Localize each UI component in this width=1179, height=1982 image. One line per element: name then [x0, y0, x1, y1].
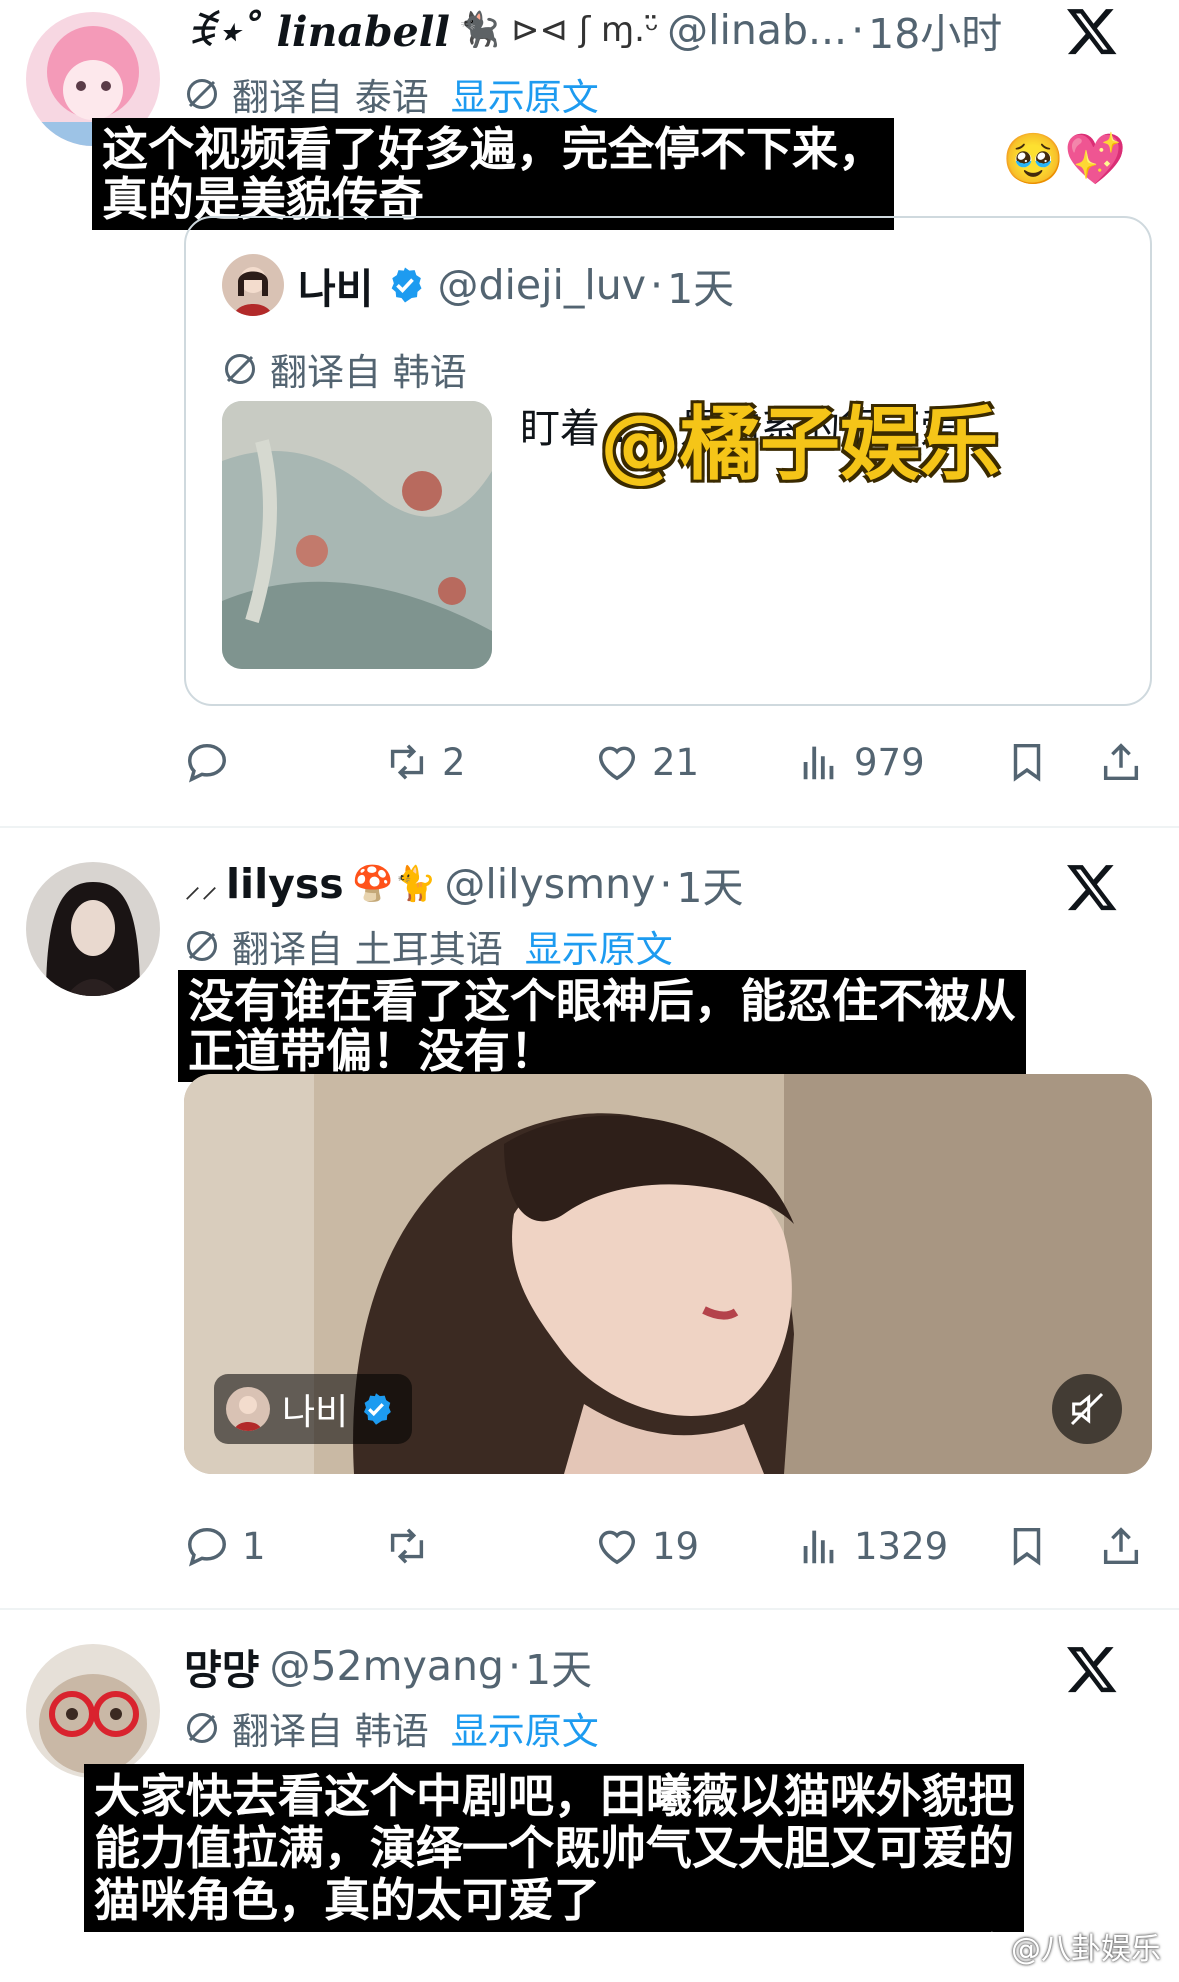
bookmark-button[interactable] [1004, 732, 1050, 792]
verified-badge-icon [385, 265, 425, 305]
caption-emoji: 🥹💖 [1002, 130, 1127, 188]
like-icon [594, 1523, 640, 1569]
tweet-header: ꉂ⋆˚ linabell 🐈‍⬛ ⊳⊲ ʃ ɱ.ᵕ̈ @linab... · 1… [184, 0, 1002, 60]
retweet-icon [384, 1523, 430, 1569]
like-count: 19 [652, 1524, 700, 1568]
tweet-linabell[interactable]: ꉂ⋆˚ linabell 🐈‍⬛ ⊳⊲ ʃ ɱ.ᵕ̈ @linab... · 1… [0, 0, 1179, 820]
display-name[interactable]: ꉂ⋆˚ linabell [184, 3, 450, 57]
translated-caption: 大家快去看这个中剧吧，田曦薇以猫咪外貌把 能力值拉满，演绎一个既帅气又大胆又可爱… [84, 1764, 1024, 1932]
views-button[interactable]: 979 [796, 732, 925, 792]
like-button[interactable]: 19 [594, 1516, 699, 1576]
avatar [222, 254, 284, 316]
reply-icon [184, 739, 230, 785]
mute-button[interactable] [1052, 1374, 1122, 1444]
tweet-header: 먕먕 @52myang · 1天 [184, 1636, 592, 1696]
views-button[interactable]: 1329 [796, 1516, 948, 1576]
avatar[interactable] [26, 862, 160, 996]
bookmark-button[interactable] [1004, 1516, 1050, 1576]
like-icon [594, 739, 640, 785]
share-icon [1098, 1523, 1144, 1569]
share-button[interactable] [1098, 1516, 1144, 1576]
share-button[interactable] [1098, 732, 1144, 792]
display-name[interactable]: 먕먕 [184, 1636, 259, 1696]
separator-dot: · [650, 261, 664, 309]
x-logo-icon [1065, 1642, 1119, 1696]
watermark: @橘子娱乐 [600, 398, 1000, 491]
translated-caption: 没有谁在看了这个眼神后，能忍住不被从 正道带偏！没有！ [178, 970, 1026, 1082]
video-author-name: 나비 [282, 1392, 349, 1433]
translation-notice: 翻译自 韩语 [222, 342, 467, 396]
retweet-button[interactable]: 2 [384, 732, 466, 792]
translated-from-label: 翻译自 泰语 [232, 76, 429, 119]
name-decoration: 🐈‍⬛ ⊳⊲ ʃ ɱ.ᵕ̈ [457, 10, 660, 50]
avatar [226, 1387, 270, 1431]
views-icon [796, 1523, 842, 1569]
retweet-button[interactable] [384, 1516, 442, 1576]
translated-from-label: 翻译自 土耳其语 [232, 928, 503, 971]
x-logo-icon [1065, 860, 1119, 914]
separator-dot: · [851, 6, 865, 54]
reply-button[interactable] [184, 732, 242, 792]
view-count: 979 [854, 740, 925, 784]
retweet-count: 2 [442, 740, 466, 784]
name-decoration: 🍄🐈 [351, 864, 437, 904]
display-name[interactable]: 나비 [298, 255, 373, 315]
retweet-icon [384, 739, 430, 785]
display-name[interactable]: lilyss [226, 860, 344, 908]
reply-button[interactable]: 1 [184, 1516, 266, 1576]
name-decoration: ⸝⸝ [184, 866, 218, 906]
translated-caption: 这个视频看了好多遍，完全停不下来， 真的是美貌传奇 [92, 118, 894, 230]
timestamp[interactable]: 1天 [676, 854, 743, 914]
video-thumbnail[interactable] [222, 401, 492, 669]
like-button[interactable]: 21 [594, 732, 699, 792]
translation-notice: 翻译自 韩语 显示原文 [184, 1706, 599, 1753]
weibo-watermark: @八卦娱乐 [963, 1924, 1161, 1968]
show-original-link[interactable]: 显示原文 [451, 67, 599, 121]
tweet-lilyss[interactable]: ⸝⸝ lilyss 🍄🐈 @lilysmny · 1天 翻译自 土耳其语 显示原… [0, 830, 1179, 1602]
translate-globe-icon [184, 1710, 220, 1746]
separator-dot: · [507, 1642, 522, 1690]
video-player[interactable]: 나비 [184, 1074, 1152, 1474]
like-count: 21 [652, 740, 700, 784]
timestamp[interactable]: 1天 [525, 1636, 592, 1696]
tweet-actions: 1 19 1329 [184, 1516, 1144, 1576]
show-original-link[interactable]: 显示原文 [451, 1701, 599, 1755]
watermark-text: @八卦娱乐 [1011, 1932, 1161, 1967]
user-handle[interactable]: @dieji_luv [437, 261, 646, 309]
timestamp: 1天 [667, 265, 735, 313]
separator-dot: · [659, 860, 673, 908]
tweet-header: ⸝⸝ lilyss 🍄🐈 @lilysmny · 1天 [184, 854, 744, 914]
views-icon [796, 739, 842, 785]
user-handle[interactable]: @lilysmny [444, 860, 655, 908]
translation-notice: 翻译自 土耳其语 显示原文 [184, 924, 673, 971]
divider [0, 826, 1179, 828]
verified-badge-icon [358, 1391, 394, 1427]
bookmark-icon [1004, 1523, 1050, 1569]
reply-count: 1 [242, 1524, 266, 1568]
timestamp[interactable]: 18小时 [868, 0, 1002, 60]
show-original-link[interactable]: 显示原文 [525, 919, 673, 973]
video-author-chip[interactable]: 나비 [214, 1374, 413, 1444]
translate-globe-icon [222, 351, 258, 387]
bookmark-icon [1004, 739, 1050, 785]
x-logo-icon [1065, 4, 1119, 58]
translate-globe-icon [184, 928, 220, 964]
weibo-icon [963, 1931, 1001, 1962]
view-count: 1329 [854, 1524, 949, 1568]
user-handle[interactable]: @linab... [667, 6, 847, 54]
quoted-tweet-header: 나비 @dieji_luv · 1天 [298, 254, 734, 316]
mute-icon [1070, 1392, 1104, 1426]
divider [0, 1608, 1179, 1610]
translated-from-label: 翻译自 韩语 [232, 1710, 429, 1753]
translation-notice: 翻译自 泰语 显示原文 [184, 72, 599, 119]
tweet-actions: 2 21 979 [184, 732, 1144, 792]
user-handle[interactable]: @52myang [269, 1642, 504, 1690]
reply-icon [184, 1523, 230, 1569]
share-icon [1098, 739, 1144, 785]
avatar[interactable] [26, 1644, 160, 1778]
translated-from-label: 翻译自 韩语 [270, 351, 467, 394]
translate-globe-icon [184, 76, 220, 112]
